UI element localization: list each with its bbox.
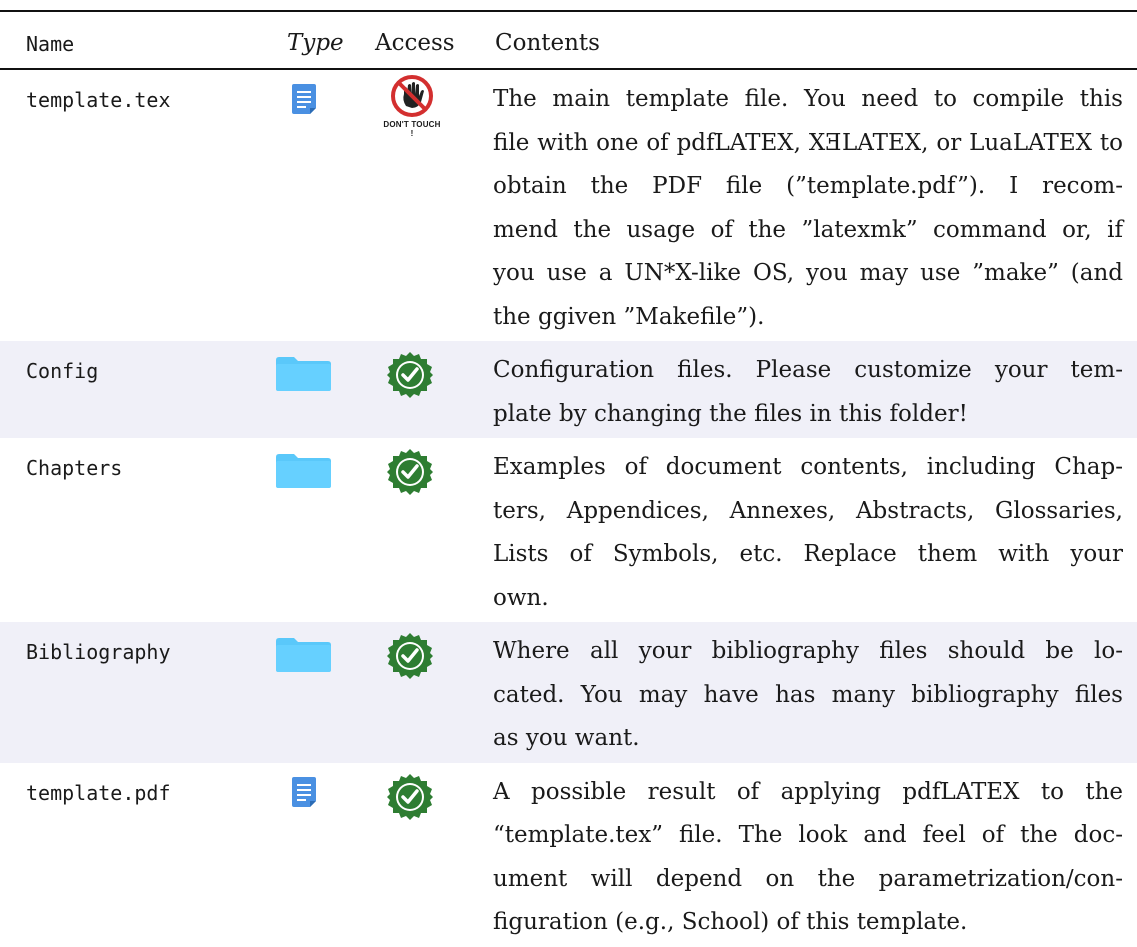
description-line: as you want. <box>493 725 640 751</box>
allowed-access-icon: ALLOWED ACCESS <box>387 449 433 495</box>
file-name: template.tex <box>26 88 171 112</box>
header-name: Name <box>26 32 75 56</box>
description-line: cated. You may have has many bibliograph… <box>493 681 1123 708</box>
allowed-access-icon: ALLOWED ACCESS <box>387 352 433 398</box>
description-line: the ggiven ”Makefile”). <box>493 303 765 330</box>
file-access: ALLOWED ACCESS <box>386 448 434 500</box>
allowed-access-icon: ALLOWED ACCESS <box>387 633 433 679</box>
table-row: Bibliography ALLOWED ACCESS Where all yo… <box>0 622 1137 763</box>
description-line: “template.tex” file. The look and feel o… <box>493 822 1123 848</box>
folder-icon <box>276 638 331 672</box>
document-icon <box>292 776 316 807</box>
description-line: obtain the PDF file (”template.pdf”). I … <box>493 173 1123 199</box>
description-line: own. <box>493 584 549 611</box>
file-type <box>276 454 331 492</box>
header-access: Access <box>375 30 455 56</box>
description-line: file with one of pdfLATEX, XƎLATEX, or L… <box>493 129 1123 156</box>
file-access: ALLOWED ACCESS <box>386 632 434 684</box>
description-line: figuration (e.g., School) of this templa… <box>493 909 968 935</box>
file-description: A possible result of applying pdfLATEX t… <box>493 771 1123 945</box>
description-line: mend the usage of the ”latexmk” command … <box>493 216 1123 243</box>
document-icon <box>292 84 316 114</box>
description-line: you use a UN*X-like OS, you may use ”mak… <box>493 260 1123 286</box>
table-row: template.pdf ALLOWED ACCESS A possible r… <box>0 763 1137 947</box>
file-type <box>276 638 331 676</box>
file-type <box>276 357 331 395</box>
description-line: ters, Appendices, Annexes, Abstracts, Gl… <box>493 497 1123 524</box>
dont-touch-icon: DON'T TOUCH ! <box>382 74 442 138</box>
table-row: Config ALLOWED ACCESS Configuration file… <box>0 341 1137 438</box>
description-line: Lists of Symbols, etc. Replace them with… <box>493 541 1123 567</box>
file-description: The main template file. You need to comp… <box>493 78 1123 339</box>
file-description: Where all your bibliography files should… <box>493 630 1123 761</box>
description-line: Examples of document contents, including… <box>493 454 1123 480</box>
file-name: Config <box>26 359 99 383</box>
description-line: plate by changing the files in this fold… <box>493 400 968 427</box>
file-description: Examples of document contents, including… <box>493 446 1123 620</box>
file-type <box>292 84 316 118</box>
file-description: Configuration files. Please customize yo… <box>493 349 1123 436</box>
description-line: The main template file. You need to comp… <box>493 86 1123 112</box>
file-name: template.pdf <box>26 780 171 805</box>
file-access: DON'T TOUCH ! <box>382 74 442 138</box>
file-access: ALLOWED ACCESS <box>386 773 434 825</box>
description-line: ument will depend on the parametrization… <box>493 865 1123 892</box>
folder-icon <box>276 454 331 488</box>
header-type: Type <box>287 30 344 56</box>
folder-icon <box>276 357 331 391</box>
file-name: Chapters <box>26 456 123 480</box>
description-line: Configuration files. Please customize yo… <box>493 357 1123 383</box>
table-row: Chapters ALLOWED ACCESS Examples of docu… <box>0 438 1137 622</box>
table-row: template.tex DON'T TOUCH ! The main temp… <box>0 70 1137 341</box>
header-contents: Contents <box>495 30 600 56</box>
file-access: ALLOWED ACCESS <box>386 351 434 403</box>
allowed-access-icon: ALLOWED ACCESS <box>387 773 433 820</box>
description-line: Where all your bibliography files should… <box>493 638 1123 664</box>
table-header: Name Type Access Contents <box>0 12 1137 68</box>
file-type <box>292 776 316 811</box>
file-name: Bibliography <box>26 640 171 664</box>
description-line: A possible result of applying pdfLATEX t… <box>493 778 1123 805</box>
